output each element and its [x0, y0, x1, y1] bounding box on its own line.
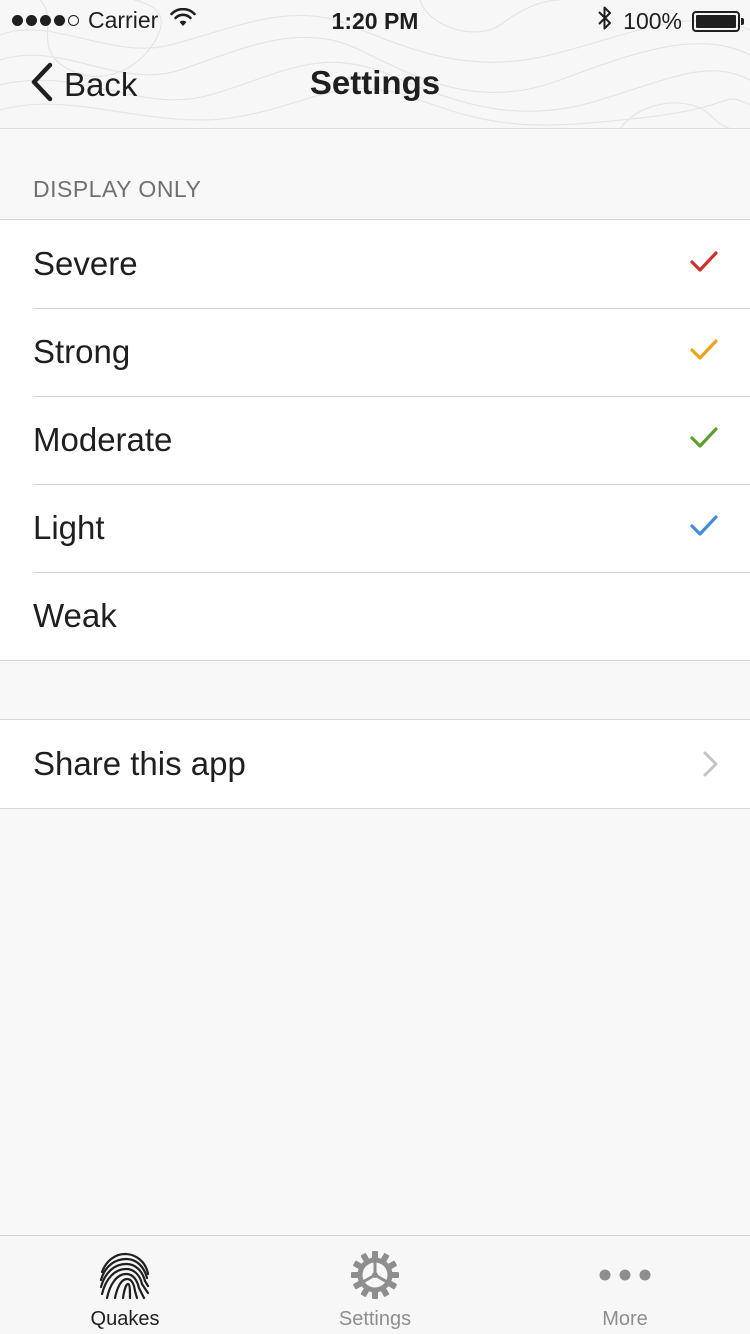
checkmark-icon — [690, 426, 718, 455]
tab-bar: Quakes Settings More — [0, 1235, 750, 1334]
share-app-label: Share this app — [33, 745, 246, 782]
tab-quakes[interactable]: Quakes — [0, 1236, 250, 1334]
filter-label: Light — [33, 509, 105, 546]
tab-label: Settings — [338, 1308, 412, 1330]
filter-label: Moderate — [33, 421, 173, 458]
section-header-display-only: DISPLAY ONLY — [33, 176, 202, 202]
top-bar: Carrier 1:20 PM 100% Back Settings — [0, 0, 750, 129]
fingerprint-icon — [0, 1250, 250, 1300]
share-group: Share this app — [0, 719, 750, 809]
magnitude-filter-list: Severe Strong Moderate Light Weak — [0, 219, 750, 661]
checkmark-icon — [690, 514, 718, 543]
filter-row-light[interactable]: Light — [0, 484, 750, 572]
filter-row-weak[interactable]: Weak — [0, 572, 750, 660]
filter-label: Strong — [33, 333, 131, 370]
gear-icon — [250, 1250, 500, 1300]
status-bar: Carrier 1:20 PM 100% — [0, 0, 750, 40]
page-title: Settings — [309, 64, 441, 101]
filter-row-strong[interactable]: Strong — [0, 308, 750, 396]
tab-label: Quakes — [90, 1308, 160, 1330]
chevron-right-icon — [702, 751, 718, 782]
filter-row-severe[interactable]: Severe — [0, 220, 750, 308]
filter-label: Weak — [33, 597, 117, 634]
battery-icon — [692, 10, 744, 32]
tab-more[interactable]: More — [500, 1236, 750, 1334]
checkmark-icon — [690, 250, 718, 279]
bluetooth-icon — [597, 5, 613, 37]
share-app-row[interactable]: Share this app — [0, 720, 750, 808]
tab-settings[interactable]: Settings — [250, 1236, 500, 1334]
filter-label: Severe — [33, 245, 138, 282]
navigation-bar: Back Settings — [0, 40, 750, 128]
checkmark-icon — [690, 338, 718, 367]
more-dots-icon — [500, 1268, 750, 1282]
battery-percent: 100% — [623, 7, 682, 34]
filter-row-moderate[interactable]: Moderate — [0, 396, 750, 484]
tab-label: More — [602, 1308, 648, 1330]
